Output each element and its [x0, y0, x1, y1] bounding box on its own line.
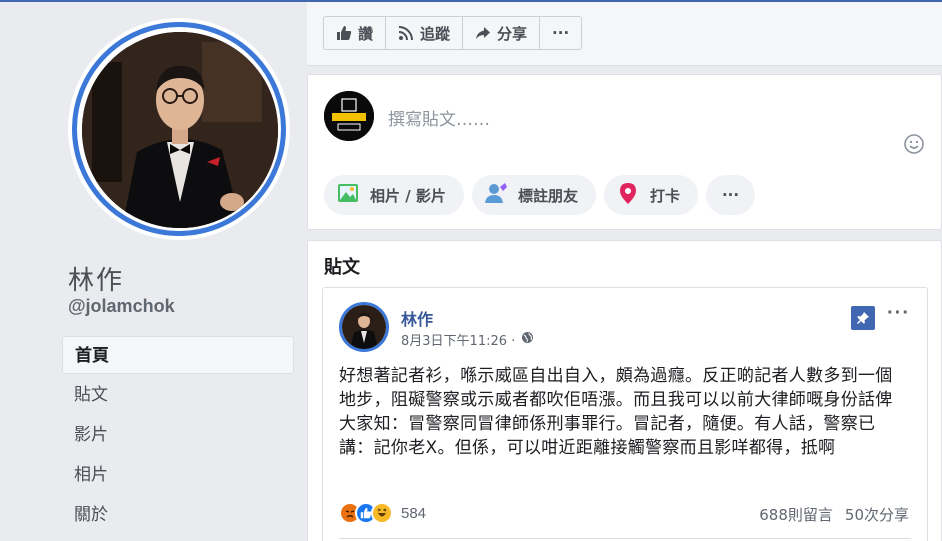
composer-actions: 相片 / 影片 標註朋友 打卡 ···: [324, 175, 756, 215]
profile-photo: [82, 32, 278, 228]
share-label: 分享: [497, 24, 528, 43]
check-in-label: 打卡: [649, 186, 680, 205]
post-author-name[interactable]: 林作: [401, 306, 433, 330]
nav-item-about[interactable]: 關於: [62, 496, 294, 534]
page-handle: @jolamchok: [68, 296, 175, 316]
post-stats: 688則留言 50次分享: [759, 504, 909, 525]
action-button-group: 讚 追蹤 分享 ···: [323, 16, 583, 50]
left-sidebar: 林作 @jolamchok 首頁 貼文 影片 相片 關於: [0, 2, 307, 541]
more-actions-button[interactable]: ···: [540, 17, 581, 49]
like-button[interactable]: 讚: [324, 17, 387, 49]
nav-item-photos[interactable]: 相片: [62, 456, 294, 494]
reactions-count: 584: [401, 504, 427, 522]
photo-icon: [336, 181, 360, 209]
location-pin-icon: [616, 181, 640, 209]
shares-count[interactable]: 50次分享: [845, 504, 909, 525]
pinned-icon: [851, 306, 875, 330]
rss-icon: [398, 25, 414, 41]
composer-input[interactable]: 撰寫貼文……: [388, 105, 490, 130]
emoji-icon[interactable]: [903, 133, 925, 155]
reactions-summary[interactable]: 584: [339, 502, 426, 524]
page-action-bar: 讚 追蹤 分享 ···: [307, 2, 942, 66]
post-composer: 撰寫貼文…… 相片 / 影片 標註朋友 打卡 ···: [307, 74, 942, 230]
photo-video-label: 相片 / 影片: [370, 186, 446, 205]
check-in-button[interactable]: 打卡: [603, 175, 698, 215]
post-body: 好想著記者衫，喺示威區自出自入，頗為過癮。反正啲記者人數多到一個地步，阻礙警察或…: [339, 366, 893, 458]
posts-section: 貼文 林作 8月3日下午11:26 · ··· 好想著記者衫，喺示威區自出自入，…: [307, 240, 942, 541]
page-nav: 首頁 貼文 影片 相片 關於: [62, 336, 294, 534]
nav-item-videos[interactable]: 影片: [62, 416, 294, 454]
composer-more-button[interactable]: ···: [705, 175, 756, 215]
profile-picture[interactable]: [68, 18, 290, 240]
like-label: 讚: [358, 24, 374, 43]
tag-friends-button[interactable]: 標註朋友: [471, 175, 596, 215]
comments-count[interactable]: 688則留言: [759, 504, 833, 525]
follow-label: 追蹤: [420, 24, 451, 43]
nav-item-home[interactable]: 首頁: [62, 336, 294, 374]
share-arrow-icon: [475, 25, 491, 41]
post-divider: [339, 538, 911, 539]
photo-video-button[interactable]: 相片 / 影片: [324, 175, 464, 215]
globe-icon: [521, 331, 534, 348]
follow-button[interactable]: 追蹤: [386, 17, 464, 49]
page-name[interactable]: 林作: [68, 260, 124, 297]
tag-friends-label: 標註朋友: [517, 186, 578, 205]
tag-friend-icon: [484, 181, 508, 209]
pinned-post: 林作 8月3日下午11:26 · ··· 好想著記者衫，喺示威區自出自入，頗為過…: [322, 287, 928, 541]
composer-avatar: [324, 91, 374, 141]
share-button[interactable]: 分享: [463, 17, 541, 49]
nav-item-posts[interactable]: 貼文: [62, 376, 294, 414]
thumbs-up-icon: [336, 25, 352, 41]
post-timestamp[interactable]: 8月3日下午11:26 ·: [401, 330, 534, 349]
post-time-text: 8月3日下午11:26 ·: [401, 334, 516, 349]
main-column: 讚 追蹤 分享 ··· 撰寫貼文…… 相片 / 影片 標註朋友 打卡 ··· 貼…: [307, 2, 942, 541]
post-options-button[interactable]: ···: [887, 302, 910, 325]
posts-section-title: 貼文: [324, 257, 360, 278]
post-author-avatar[interactable]: [339, 302, 389, 352]
haha-reaction-icon: [371, 502, 393, 524]
